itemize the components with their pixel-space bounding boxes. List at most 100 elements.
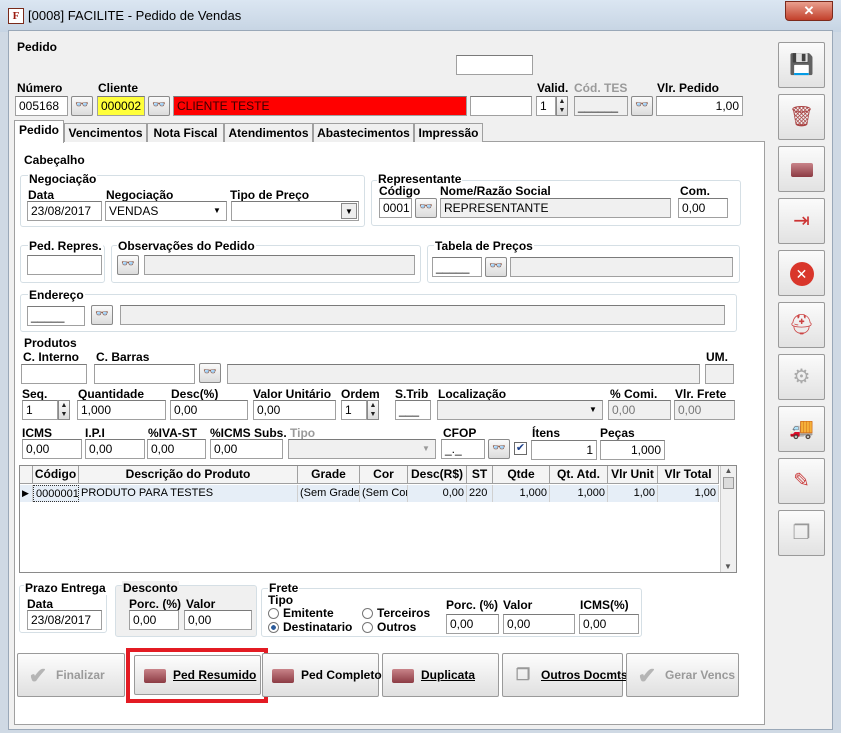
outros-docmts-button[interactable]: ❐ Outros Docmts bbox=[502, 653, 628, 697]
frete-porc-field[interactable]: 0,00 bbox=[446, 614, 499, 634]
tipo-select[interactable]: ▼ bbox=[288, 439, 436, 459]
ordem-spinner[interactable]: ▲ ▼ bbox=[367, 400, 379, 420]
c-interno-field[interactable] bbox=[21, 364, 87, 384]
cell-qtde[interactable]: 1,000 bbox=[493, 485, 550, 502]
produto-desc-field[interactable] bbox=[227, 364, 700, 384]
icms-subs-field[interactable]: 0,00 bbox=[210, 439, 283, 459]
grid-header-descricao[interactable]: Descrição do Produto bbox=[79, 466, 298, 484]
grid-header-codigo[interactable]: Código bbox=[33, 466, 79, 484]
scroll-thumb[interactable] bbox=[723, 477, 734, 489]
comi-field[interactable]: 0,00 bbox=[608, 400, 671, 420]
icms-field[interactable]: 0,00 bbox=[22, 439, 82, 459]
gerar-vencs-button[interactable]: ✔ Gerar Vencs bbox=[626, 653, 739, 697]
cliente-code-field[interactable]: 000002 bbox=[97, 96, 145, 116]
grid-header-qtde[interactable]: Qtde bbox=[493, 466, 550, 484]
grid-header-qt-atd[interactable]: Qt. Atd. bbox=[550, 466, 608, 484]
endereco-field[interactable] bbox=[120, 305, 725, 325]
produto-lookup-button[interactable]: 👓 bbox=[199, 363, 221, 383]
tipo-preco-select[interactable]: ▼ bbox=[231, 201, 359, 221]
numero-lookup-button[interactable]: 👓 bbox=[71, 96, 93, 116]
valid-spinner[interactable]: ▲ ▼ bbox=[556, 96, 568, 116]
ped-resumido-button[interactable]: Ped Resumido bbox=[134, 655, 261, 695]
cell-vlr-unit[interactable]: 1,00 bbox=[608, 485, 658, 502]
tabela-code-field[interactable]: _____ bbox=[432, 257, 482, 277]
ped-completo-button[interactable]: Ped Completo bbox=[262, 653, 382, 697]
seq-field[interactable]: 1 bbox=[22, 400, 58, 420]
terceiros-radio[interactable] bbox=[362, 608, 373, 619]
localizacao-select[interactable]: ▼ bbox=[437, 400, 603, 420]
scroll-up-icon[interactable]: ▲ bbox=[721, 466, 736, 475]
rep-lookup-button[interactable]: 👓 bbox=[415, 198, 437, 218]
numero-field[interactable]: 005168 bbox=[15, 96, 68, 116]
blank-field-mid[interactable] bbox=[470, 96, 532, 116]
cell-st[interactable]: 220 bbox=[467, 485, 493, 502]
rep-code-field[interactable]: 0001 bbox=[379, 198, 412, 218]
cod-tes-field[interactable]: ______ bbox=[574, 96, 628, 116]
tab-nota-fiscal[interactable]: Nota Fiscal bbox=[147, 123, 224, 142]
endereco-code-field[interactable]: _____ bbox=[27, 306, 85, 326]
ipi-field[interactable]: 0,00 bbox=[85, 439, 145, 459]
destinatario-radio[interactable] bbox=[268, 622, 279, 633]
com-field[interactable]: 0,00 bbox=[678, 198, 728, 218]
data-field[interactable]: 23/08/2017 bbox=[27, 201, 102, 221]
close-button[interactable]: ✕ bbox=[785, 1, 833, 21]
duplicata-button[interactable]: Duplicata bbox=[382, 653, 499, 697]
desc-porc-field[interactable]: 0,00 bbox=[129, 610, 179, 630]
tabela-lookup-button[interactable]: 👓 bbox=[485, 257, 507, 277]
finalizar-button[interactable]: ✔ Finalizar bbox=[17, 653, 125, 697]
cell-vlr-total[interactable]: 1,00 bbox=[658, 485, 719, 502]
tab-pedido[interactable]: Pedido bbox=[14, 120, 64, 143]
valor-unit-field[interactable]: 0,00 bbox=[253, 400, 336, 420]
c-barras-field[interactable] bbox=[94, 364, 195, 384]
grid-header-vlr-unit[interactable]: Vlr Unit bbox=[608, 466, 658, 484]
grid-header-desc-rs[interactable]: Desc(R$) bbox=[408, 466, 467, 484]
obs-lookup-button[interactable]: 👓 bbox=[117, 255, 139, 275]
print-icon[interactable] bbox=[778, 146, 825, 192]
grid-scrollbar[interactable]: ▲ ▼ bbox=[720, 466, 736, 572]
cell-cor[interactable]: (Sem Cor) bbox=[360, 485, 408, 502]
cancel-icon[interactable]: ✕ bbox=[778, 250, 825, 296]
obs-field[interactable] bbox=[144, 255, 415, 275]
vlr-pedido-field[interactable]: 1,00 bbox=[656, 96, 743, 116]
prazo-data-field[interactable]: 23/08/2017 bbox=[27, 610, 102, 630]
desc-pct-field[interactable]: 0,00 bbox=[170, 400, 248, 420]
valid-field[interactable]: 1 bbox=[536, 96, 556, 116]
vlr-frete-field[interactable]: 0,00 bbox=[674, 400, 735, 420]
cliente-lookup-button[interactable]: 👓 bbox=[148, 96, 170, 116]
ped-repres-field[interactable] bbox=[27, 255, 102, 275]
truck-icon[interactable]: 🚚 bbox=[778, 406, 825, 452]
cfop-checkbox[interactable]: ✔ bbox=[514, 442, 527, 455]
cell-descricao[interactable]: PRODUTO PARA TESTES bbox=[79, 485, 298, 502]
gear-icon[interactable]: ⚙ bbox=[778, 354, 825, 400]
quantidade-field[interactable]: 1,000 bbox=[77, 400, 166, 420]
cell-grade[interactable]: (Sem Grade bbox=[298, 485, 360, 502]
cfop-field[interactable]: _._ bbox=[441, 439, 485, 459]
cfop-lookup-button[interactable]: 👓 bbox=[488, 439, 510, 459]
grid-header-grade[interactable]: Grade bbox=[298, 466, 360, 484]
cell-qt-atd[interactable]: 1,000 bbox=[550, 485, 608, 502]
grid-header-cor[interactable]: Cor bbox=[360, 466, 408, 484]
seq-spinner[interactable]: ▲ ▼ bbox=[58, 400, 70, 420]
grid-header-st[interactable]: ST bbox=[467, 466, 493, 484]
tab-abastecimentos[interactable]: Abastecimentos bbox=[313, 123, 414, 142]
emitente-radio[interactable] bbox=[268, 608, 279, 619]
itens-field[interactable]: 1 bbox=[531, 440, 597, 460]
scroll-down-icon[interactable]: ▼ bbox=[721, 562, 735, 571]
lifebuoy-help-icon[interactable]: ⛑ bbox=[778, 302, 825, 348]
cliente-name-field[interactable]: CLIENTE TESTE bbox=[173, 96, 467, 116]
tabela-name-field[interactable] bbox=[510, 257, 733, 277]
ordem-field[interactable]: 1 bbox=[341, 400, 367, 420]
rep-name-field[interactable]: REPRESENTANTE bbox=[440, 198, 671, 218]
desc-valor-field[interactable]: 0,00 bbox=[184, 610, 252, 630]
tab-atendimentos[interactable]: Atendimentos bbox=[224, 123, 313, 142]
documents-icon[interactable]: ❐ bbox=[778, 510, 825, 556]
exit-door-icon[interactable]: ⇥ bbox=[778, 198, 825, 244]
cell-desc-rs[interactable]: 0,00 bbox=[408, 485, 467, 502]
eraser-icon[interactable]: ✎ bbox=[778, 458, 825, 504]
strib-field[interactable]: ___ bbox=[395, 400, 431, 420]
pecas-field[interactable]: 1,000 bbox=[600, 440, 665, 460]
grid-header-vlr-total[interactable]: Vlr Total bbox=[658, 466, 719, 484]
endereco-lookup-button[interactable]: 👓 bbox=[91, 305, 113, 325]
products-grid[interactable]: Código Descrição do Produto Grade Cor De… bbox=[19, 465, 737, 573]
negociacao-select[interactable]: VENDAS ▼ bbox=[105, 201, 227, 221]
